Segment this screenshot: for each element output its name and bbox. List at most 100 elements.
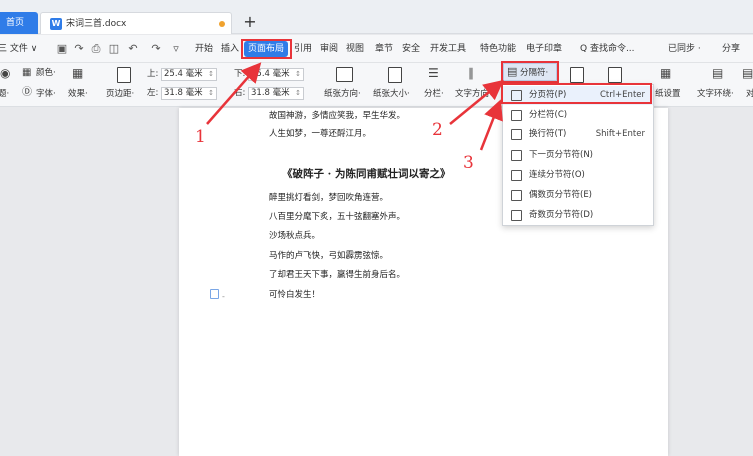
page-margin-icon[interactable] <box>117 67 131 83</box>
paragraph-handle-icon[interactable] <box>210 289 219 299</box>
text-line: 人生如梦，一尊还酹江月。 <box>269 129 372 139</box>
menu-references[interactable]: 引用 <box>294 35 312 63</box>
menu-features[interactable]: 特色功能 <box>480 35 516 63</box>
menu-item-even-page-section[interactable]: 偶数页分节符(E) <box>503 186 653 205</box>
line-break-icon <box>511 129 522 140</box>
paragraph-handle-dash: - <box>222 292 225 301</box>
menu-item-column-break[interactable]: 分栏符(C) <box>503 106 653 125</box>
align-button[interactable]: 对 <box>746 88 753 100</box>
paper-size-icon[interactable] <box>388 67 402 83</box>
right-margin-label: 右: <box>234 88 246 98</box>
page-color-icon[interactable] <box>608 67 622 83</box>
menu-item-next-page-section[interactable]: 下一页分节符(N) <box>503 146 653 165</box>
margin-button[interactable]: 页边距· <box>106 88 134 100</box>
menu-item-label: 偶数页分节符(E) <box>529 190 593 200</box>
highlight-page-break <box>501 83 652 104</box>
orientation-button[interactable]: 纸张方向· <box>324 88 361 100</box>
menu-item-label: 下一页分节符(N) <box>529 150 593 160</box>
effect-icon[interactable]: ▦ <box>72 66 83 80</box>
theme-label[interactable]: 题· <box>0 88 9 100</box>
new-tab-button[interactable]: + <box>240 12 260 34</box>
menu-insert[interactable]: 插入 <box>221 35 239 63</box>
sync-status[interactable]: 已同步 · <box>668 35 701 63</box>
paper-settings-icon[interactable]: ▦ <box>660 66 671 80</box>
left-margin-label: 左: <box>147 88 159 98</box>
menu-view[interactable]: 视图 <box>346 35 364 63</box>
odd-page-section-icon <box>511 210 522 221</box>
unsaved-dot-icon <box>219 21 225 27</box>
print-icon[interactable]: ⎙ <box>90 42 102 55</box>
text-direction-icon[interactable]: ∥ <box>468 66 474 80</box>
save-icon[interactable]: ▣ <box>56 42 68 55</box>
menu-e-seal[interactable]: 电子印章 <box>526 35 562 63</box>
text-line: 故国神游，多情应笑我，早生华发。 <box>269 111 406 121</box>
menu-bar: 三 文件 ∨ ▣ ↷ ⎙ ◫ ↶ ↷ ▿ 开始 插入 页面布局 引用 审阅 视图… <box>0 35 753 63</box>
top-margin-label: 上: <box>147 69 159 79</box>
font-button[interactable]: 字体· <box>36 88 56 100</box>
menu-item-label: 分栏符(C) <box>529 110 568 120</box>
bottom-margin-label: 下: <box>234 69 246 79</box>
menu-item-label: 奇数页分节符(D) <box>529 210 594 220</box>
menu-item-shortcut: Shift+Enter <box>595 129 645 139</box>
columns-button[interactable]: 分栏· <box>424 88 444 100</box>
step-number-1: 1 <box>195 127 206 147</box>
menu-section[interactable]: 章节 <box>375 35 393 63</box>
wrap-text-icon[interactable]: ▤ <box>712 66 723 80</box>
highlight-separator <box>501 61 559 83</box>
poem-title: 《破阵子 · 为陈同甫赋壮词以寄之》 <box>282 168 451 180</box>
highlight-page-layout <box>241 39 292 59</box>
tab-document[interactable]: W 宋词三首.docx <box>40 12 232 34</box>
menu-item-label: 连续分节符(O) <box>529 170 585 180</box>
step-number-3: 3 <box>463 153 474 173</box>
left-margin-field[interactable]: 31.8 毫米 <box>161 87 217 100</box>
font-icon: Ⓓ <box>22 87 32 98</box>
poem-line: 沙场秋点兵。 <box>269 231 321 241</box>
menu-item-odd-page-section[interactable]: 奇数页分节符(D) <box>503 206 653 225</box>
next-page-section-icon <box>511 150 522 161</box>
paper-size-button[interactable]: 纸张大小· <box>373 88 410 100</box>
bottom-margin-field[interactable]: 25.4 毫米 <box>248 68 304 81</box>
menu-developer[interactable]: 开发工具 <box>430 35 466 63</box>
paper-settings-button[interactable]: 纸设置 <box>655 88 681 100</box>
poem-line: 可怜白发生！ <box>269 290 321 300</box>
poem-line: 八百里分麾下炙，五十弦翻塞外声。 <box>269 212 406 222</box>
menu-security[interactable]: 安全 <box>402 35 420 63</box>
poem-line: 马作的卢飞快，弓如霹雳弦惊。 <box>269 251 389 261</box>
effect-button[interactable]: 效果· <box>68 88 88 100</box>
page-border-icon[interactable] <box>570 67 584 83</box>
poem-line: 了却君王天下事，赢得生前身后名。 <box>269 270 406 280</box>
share-button[interactable]: 分享 <box>722 35 740 63</box>
file-menu[interactable]: 三 文件 ∨ <box>0 35 37 63</box>
top-margin-field[interactable]: 25.4 毫米 <box>161 68 217 81</box>
menu-item-continuous-section[interactable]: 连续分节符(O) <box>503 166 653 185</box>
menu-start[interactable]: 开始 <box>195 35 213 63</box>
more-dropdown-icon[interactable]: ▿ <box>170 42 182 55</box>
undo-icon[interactable]: ↶ <box>127 42 139 55</box>
color-button[interactable]: 颜色· <box>36 67 56 79</box>
command-search[interactable]: Q 查找命令... <box>580 35 635 63</box>
export-icon[interactable]: ↷ <box>73 42 85 55</box>
document-name: 宋词三首.docx <box>66 19 127 29</box>
columns-icon[interactable]: ☰ <box>428 66 439 80</box>
align-icon[interactable]: ▤ <box>742 66 753 80</box>
column-break-icon <box>511 110 522 121</box>
continuous-section-icon <box>511 170 522 181</box>
separator-dropdown-menu: 分页符(P) Ctrl+Enter 分栏符(C) 换行符(T) Shift+En… <box>502 84 654 226</box>
menu-item-label: 换行符(T) <box>529 129 567 139</box>
step-number-2: 2 <box>432 120 443 140</box>
even-page-section-icon <box>511 190 522 201</box>
tab-bar: 首页 W 宋词三首.docx + <box>0 0 753 34</box>
right-margin-field[interactable]: 31.8 毫米 <box>248 87 304 100</box>
menu-review[interactable]: 审阅 <box>320 35 338 63</box>
word-doc-icon: W <box>50 18 62 30</box>
theme-icon[interactable]: ◉ <box>0 66 10 80</box>
poem-line: 醉里挑灯看剑，梦回吹角连营。 <box>269 193 389 203</box>
text-direction-button[interactable]: 文字方向· <box>455 88 492 100</box>
tab-home[interactable]: 首页 <box>0 12 38 34</box>
wrap-text-button[interactable]: 文字环绕· <box>697 88 734 100</box>
orientation-icon[interactable] <box>336 67 353 82</box>
menu-item-line-break[interactable]: 换行符(T) Shift+Enter <box>503 125 653 144</box>
print-preview-icon[interactable]: ◫ <box>108 42 120 55</box>
color-grid-icon: ▦ <box>22 67 32 78</box>
redo-icon[interactable]: ↷ <box>150 42 162 55</box>
